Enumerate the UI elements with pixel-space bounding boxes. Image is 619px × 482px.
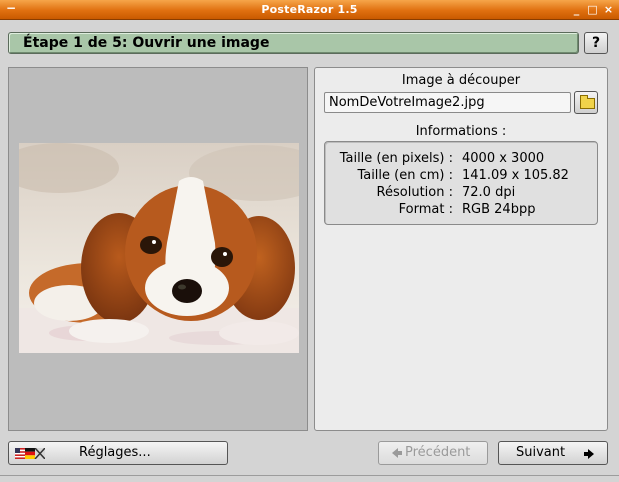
window-title: PosteRazor 1.5 — [261, 3, 358, 16]
help-button[interactable]: ? — [584, 32, 608, 54]
previous-label: Précédent — [405, 445, 471, 460]
image-info-panel: Image à découper Informations : Taille (… — [314, 67, 608, 431]
next-label: Suivant — [516, 445, 566, 460]
bottom-divider — [0, 475, 619, 476]
info-key: Format : — [398, 202, 453, 217]
close-button[interactable]: × — [602, 3, 615, 16]
previous-button[interactable]: Précédent — [378, 441, 488, 465]
info-key: Taille (en pixels) : — [339, 151, 453, 166]
folder-icon — [580, 95, 595, 109]
settings-button[interactable]: Réglages... — [8, 441, 228, 465]
info-value: 72.0 dpi — [462, 185, 516, 200]
maximize-button[interactable]: □ — [586, 3, 599, 16]
image-preview-panel — [8, 67, 308, 431]
info-row: Résolution : 72.0 dpi — [325, 185, 597, 203]
puppy-photo — [19, 143, 299, 353]
info-value: RGB 24bpp — [462, 202, 536, 217]
file-path-input[interactable] — [324, 92, 571, 113]
open-image-button[interactable] — [574, 91, 598, 114]
step-title: Étape 1 de 5: Ouvrir une image — [23, 35, 270, 51]
info-row: Taille (en cm) : 141.09 x 105.82 — [325, 168, 597, 186]
minimize-button[interactable]: _ — [570, 3, 583, 16]
next-button[interactable]: Suivant — [498, 441, 608, 465]
image-label: Image à découper — [401, 73, 521, 88]
info-row: Format : RGB 24bpp — [325, 202, 597, 220]
info-value: 4000 x 3000 — [462, 151, 545, 166]
window-titlebar[interactable]: − PosteRazor 1.5 _ □ × — [0, 0, 619, 20]
info-row: Taille (en pixels) : 4000 x 3000 — [325, 151, 597, 169]
info-box: Taille (en pixels) : 4000 x 3000 Taille … — [324, 141, 598, 225]
info-key: Résolution : — [376, 185, 453, 200]
info-value: 141.09 x 105.82 — [462, 168, 569, 183]
settings-label: Réglages... — [79, 445, 151, 460]
info-key: Taille (en cm) : — [357, 168, 453, 183]
step-header: Étape 1 de 5: Ouvrir une image — [8, 32, 579, 54]
flags-icon — [15, 448, 45, 459]
arrow-right-icon — [584, 449, 594, 459]
info-heading: Informations : — [415, 124, 507, 139]
arrow-left-icon — [392, 448, 402, 458]
